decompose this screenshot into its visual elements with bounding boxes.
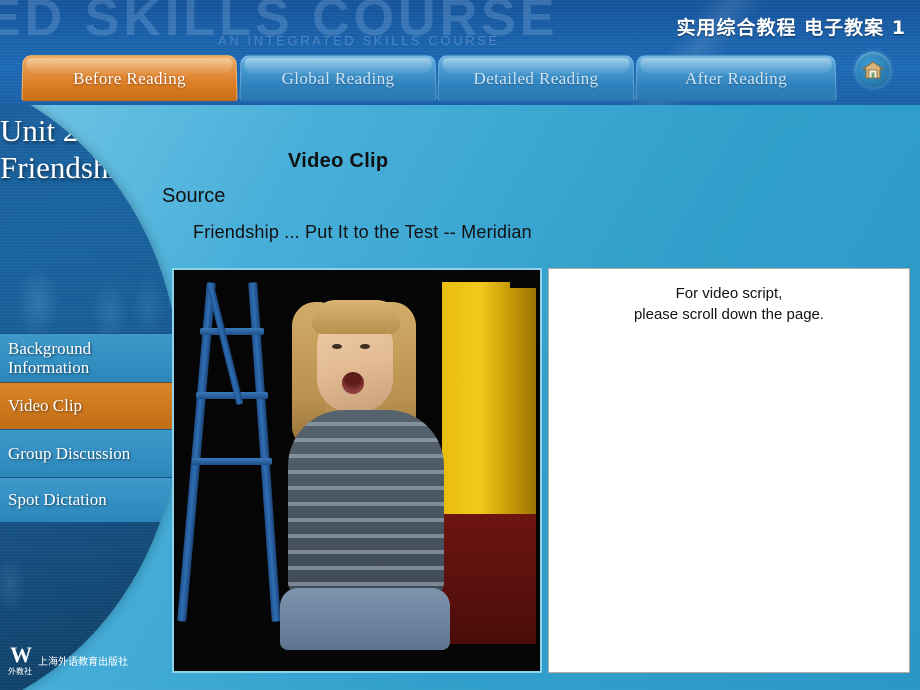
tab-before-reading[interactable]: Before Reading	[21, 55, 238, 102]
tab-detailed-reading[interactable]: Detailed Reading	[437, 55, 635, 102]
hair-fringe	[312, 300, 400, 334]
tab-label: Detailed Reading	[473, 68, 599, 88]
sidebar-nav-list: Background Information Video Clip Group …	[0, 333, 180, 522]
video-subject-person	[270, 292, 460, 652]
tab-label: Before Reading	[72, 68, 187, 88]
home-button[interactable]	[855, 52, 891, 88]
sidebar-item-video-clip[interactable]: Video Clip	[0, 382, 180, 429]
mouth	[342, 372, 364, 394]
shirt-stripes	[288, 410, 444, 600]
eye-left	[332, 344, 342, 349]
publisher-logo: W 外教社 上海外语教育出版社	[0, 630, 150, 690]
video-player[interactable]	[172, 268, 542, 673]
sidebar-item-label: Spot Dictation	[8, 490, 107, 510]
unit-heading: Unit 2 Friendship	[0, 113, 170, 186]
video-script-panel[interactable]: For video script, please scroll down the…	[548, 268, 910, 673]
sidebar-item-label: Group Discussion	[8, 443, 131, 463]
home-icon	[862, 61, 884, 79]
source-label: Source	[162, 185, 226, 207]
slide-root: ED SKILLS COURSE AN INTEGRATED SKILLS CO…	[0, 0, 920, 690]
course-title: 实用综合教程 电子教案 1	[676, 17, 906, 39]
ladder-step	[196, 392, 268, 399]
ladder-step	[192, 458, 272, 465]
ladder-step	[200, 328, 264, 335]
tab-global-reading[interactable]: Global Reading	[239, 55, 437, 102]
tab-label: After Reading	[684, 68, 788, 88]
tab-label: Global Reading	[281, 68, 395, 88]
sidebar: Unit 2 Friendship Background Information…	[0, 105, 180, 690]
ladder-brace	[207, 286, 244, 406]
sidebar-item-group-discussion[interactable]: Group Discussion	[0, 429, 180, 477]
jeans	[280, 588, 450, 650]
publisher-name: 上海外语教育出版社	[38, 656, 128, 668]
sidebar-item-spot-dictation[interactable]: Spot Dictation	[0, 477, 180, 522]
video-frame-image	[174, 270, 540, 671]
yellow-column-side	[510, 288, 536, 514]
eye-right	[360, 344, 370, 349]
main-content-area: Unit 2 Friendship Background Information…	[0, 105, 920, 690]
unit-number: Unit 2	[0, 113, 79, 148]
tab-after-reading[interactable]: After Reading	[635, 55, 837, 102]
publisher-monogram: W	[10, 642, 32, 667]
sidebar-item-background-information[interactable]: Background Information	[0, 333, 180, 382]
source-value: Friendship ... Put It to the Test -- Mer…	[193, 222, 532, 242]
sidebar-item-label: Background Information	[8, 338, 92, 377]
page-title: Video Clip	[288, 150, 389, 172]
script-note-text: For video script, please scroll down the…	[633, 285, 825, 324]
publisher-mark: W 外教社	[8, 644, 32, 676]
tab-bar: Before Reading Global Reading Detailed R…	[0, 55, 920, 110]
sidebar-item-label: Video Clip	[8, 396, 83, 416]
watermark-small-text: AN INTEGRATED SKILLS COURSE	[218, 33, 500, 48]
publisher-abbreviation: 外教社	[8, 667, 32, 676]
unit-title: Friendship	[0, 149, 133, 185]
striped-shirt	[288, 410, 444, 600]
